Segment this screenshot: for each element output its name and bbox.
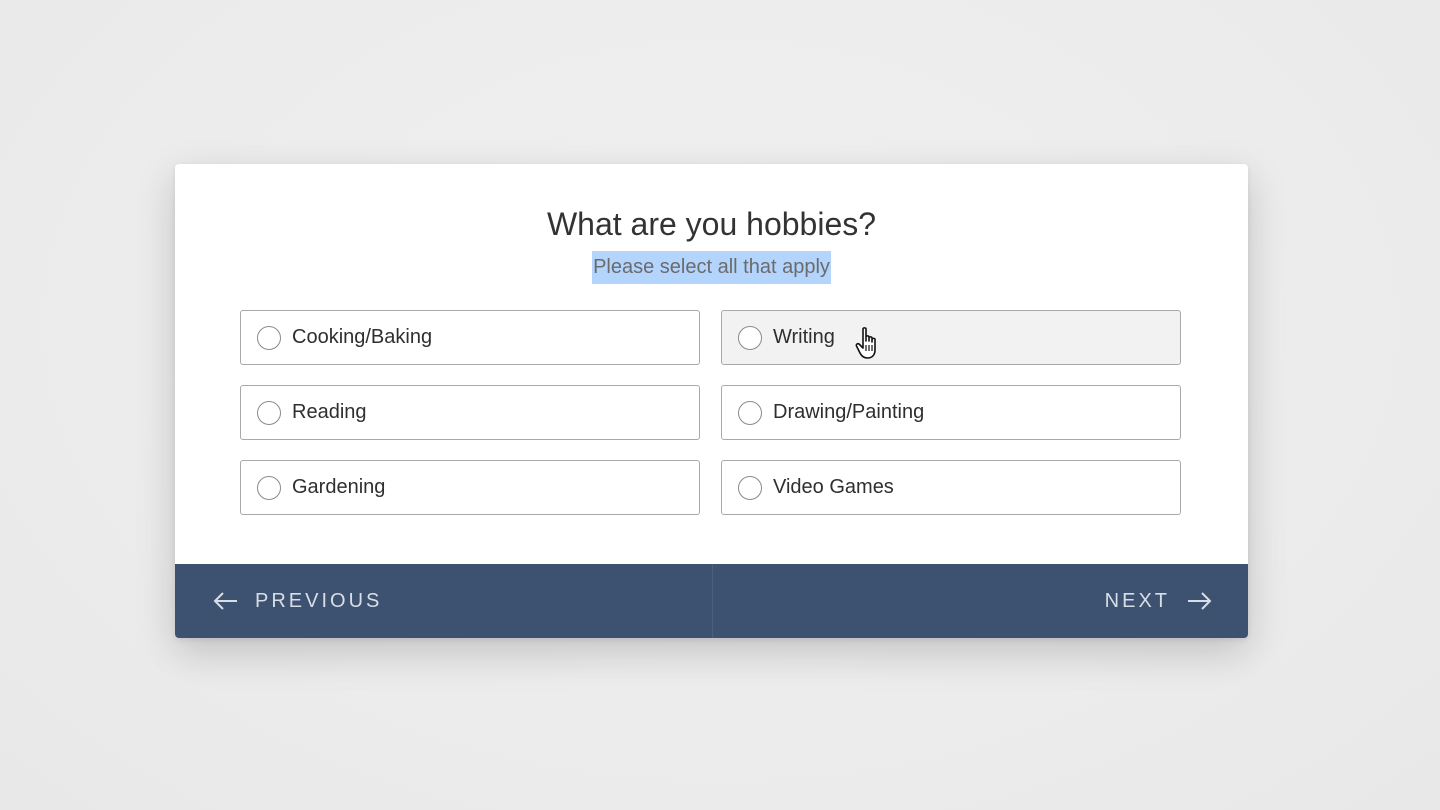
option-label: Gardening [292,476,386,498]
navigation-footer: PREVIOUS NEXT [175,564,1248,638]
radio-circle-icon[interactable] [738,475,762,500]
arrow-right-icon [1188,592,1212,610]
option-label: Video Games [773,476,894,498]
question-subtitle-wrap: Please select all that apply [175,251,1248,284]
option-writing[interactable]: Writing [721,310,1181,365]
next-button[interactable]: NEXT [713,564,1248,638]
radio-circle-icon[interactable] [257,400,281,425]
option-label: Writing [773,326,835,348]
option-label: Cooking/Baking [292,326,433,348]
radio-circle-icon[interactable] [257,475,281,500]
question-subtitle: Please select all that apply [592,251,831,284]
previous-label: PREVIOUS [255,589,383,612]
survey-card: What are you hobbies? Please select all … [175,164,1248,638]
option-reading[interactable]: Reading [240,385,700,440]
radio-circle-icon[interactable] [738,325,762,350]
option-cooking-baking[interactable]: Cooking/Baking [240,310,700,365]
option-video-games[interactable]: Video Games [721,460,1181,515]
next-label: NEXT [1104,589,1170,612]
radio-circle-icon[interactable] [738,400,762,425]
option-label: Drawing/Painting [773,401,925,423]
option-gardening[interactable]: Gardening [240,460,700,515]
radio-circle-icon[interactable] [257,325,281,350]
arrow-left-icon [213,592,237,610]
previous-button[interactable]: PREVIOUS [175,564,713,638]
question-title: What are you hobbies? [546,206,877,242]
option-label: Reading [292,401,367,423]
page-background: What are you hobbies? Please select all … [0,0,1440,810]
option-drawing-painting[interactable]: Drawing/Painting [721,385,1181,440]
hand-pointer-cursor-icon [855,327,876,359]
